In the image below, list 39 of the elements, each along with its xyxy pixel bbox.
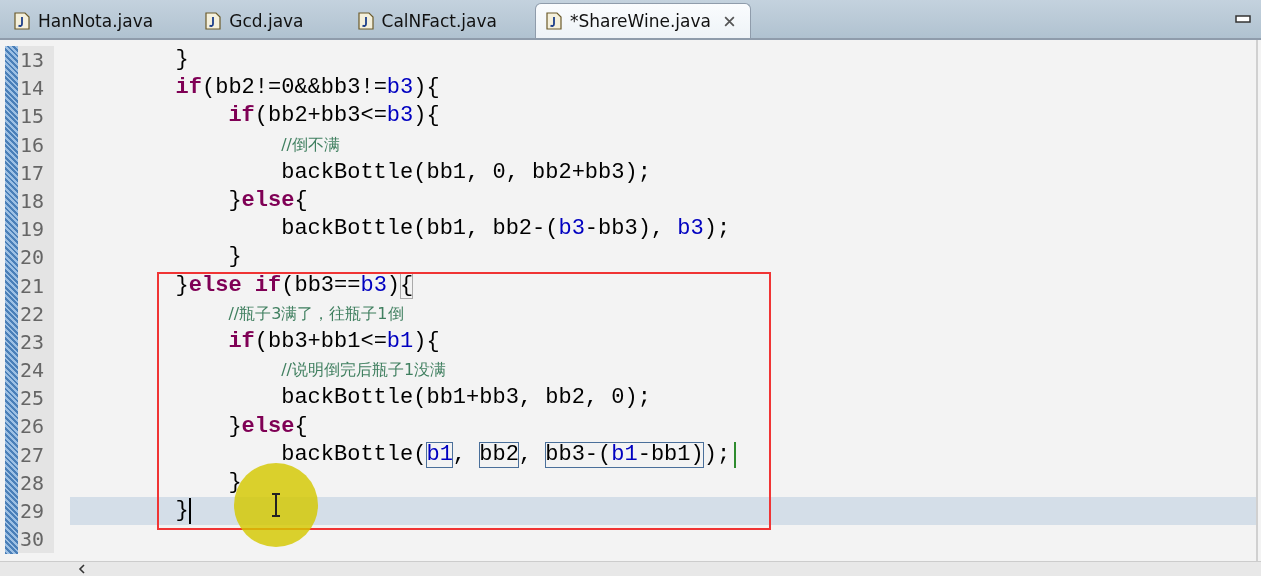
editor-tab[interactable]: *ShareWine.java <box>534 3 751 38</box>
line-number: 16 <box>18 130 54 159</box>
code-line: } <box>174 498 191 525</box>
line-number: 17 <box>18 158 54 187</box>
line-number: 20 <box>18 243 54 272</box>
line-number: 14 <box>18 74 54 103</box>
code-line: }else if(bb3==b3){ <box>174 272 414 299</box>
editor-tab[interactable]: HanNota.java <box>4 4 168 38</box>
editor-tab[interactable]: CalNFact.java <box>347 4 511 38</box>
code-line: } <box>227 469 242 496</box>
line-number: 24 <box>18 356 54 385</box>
line-number: 22 <box>18 299 54 328</box>
editor-tab[interactable]: Gcd.java <box>195 4 318 38</box>
code-line: }else{ <box>227 413 308 440</box>
line-number: 18 <box>18 186 54 216</box>
code-line: //倒不满 <box>280 133 340 156</box>
code-line: backBottle(bb1+bb3, bb2, 0); <box>280 385 651 412</box>
line-number: 26 <box>18 412 54 441</box>
line-number: 19 <box>18 215 54 244</box>
line-number: 21 <box>18 271 54 300</box>
line-number: 29 <box>18 497 54 526</box>
line-number: 28 <box>18 468 54 497</box>
code-line: if(bb2+bb3<=b3){ <box>227 103 440 130</box>
code-line: backBottle(bb1, 0, bb2+bb3); <box>280 159 651 186</box>
line-number: 23 <box>18 327 54 357</box>
code-line: } <box>227 244 242 271</box>
code-line: } <box>174 47 189 74</box>
line-number: 27 <box>18 440 54 469</box>
code-line: if(bb2!=0&&bb3!=b3){ <box>174 75 440 102</box>
line-number: 13 <box>18 46 54 75</box>
line-number: 25 <box>18 384 54 413</box>
code-line: //瓶子3满了，往瓶子1倒 <box>227 302 404 325</box>
code-line: //说明倒完后瓶子1没满 <box>280 359 447 382</box>
code-line: if(bb3+bb1<=b1){ <box>227 328 440 355</box>
code-line: backBottle(b1, bb2, bb3-(b1-bb1)); <box>70 441 737 468</box>
line-number: 15 <box>18 102 54 131</box>
line-number: 30 <box>18 525 54 554</box>
code-line: }else{ <box>227 188 308 215</box>
code-line: backBottle(bb1, bb2-(b3-bb3), b3); <box>280 216 731 243</box>
